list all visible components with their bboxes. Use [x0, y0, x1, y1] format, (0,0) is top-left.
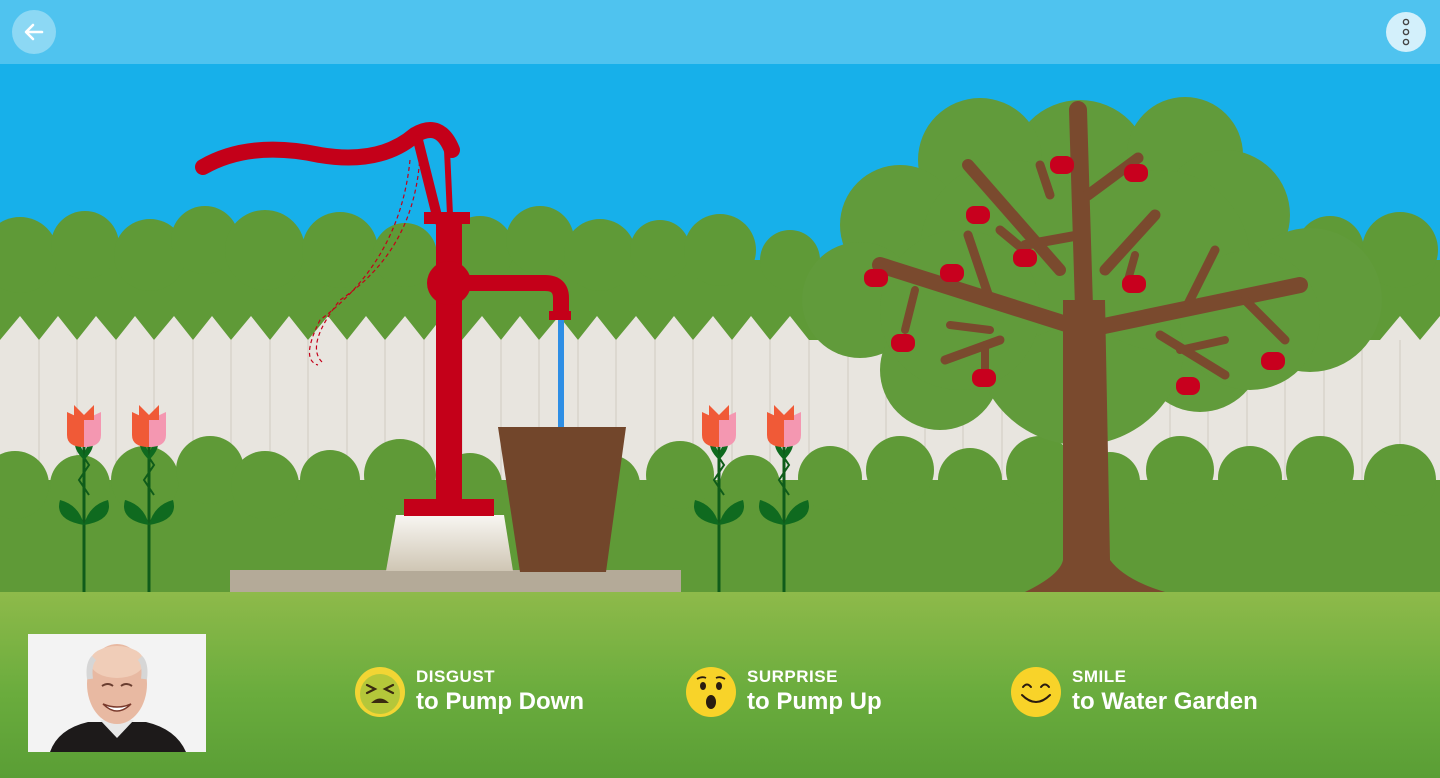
more-vertical-icon — [1402, 18, 1410, 46]
action-label: to Pump Up — [747, 688, 882, 715]
more-options-button[interactable] — [1386, 12, 1426, 52]
surprise-face-icon — [686, 667, 736, 717]
smile-face-icon — [1011, 667, 1061, 717]
emotion-label: DISGUST — [416, 667, 496, 686]
hint-smile: SMILE to Water Garden — [1011, 666, 1258, 718]
pump-pedestal — [386, 515, 513, 571]
disgust-face-icon — [355, 667, 405, 717]
webcam-person-icon — [28, 634, 206, 752]
webcam-preview — [28, 634, 206, 752]
back-button[interactable] — [12, 10, 56, 54]
action-label: to Pump Down — [416, 688, 584, 715]
stone-platform — [230, 570, 681, 594]
arrow-left-icon — [24, 23, 44, 41]
emotion-label: SURPRISE — [747, 667, 838, 686]
emotion-label: SMILE — [1072, 667, 1127, 686]
top-bar — [0, 0, 1440, 64]
hint-disgust: DISGUST to Pump Down — [355, 666, 584, 718]
plant-pot — [498, 427, 626, 572]
water-stream — [558, 320, 564, 430]
action-label: to Water Garden — [1072, 688, 1258, 715]
hint-surprise: SURPRISE to Pump Up — [686, 666, 882, 718]
